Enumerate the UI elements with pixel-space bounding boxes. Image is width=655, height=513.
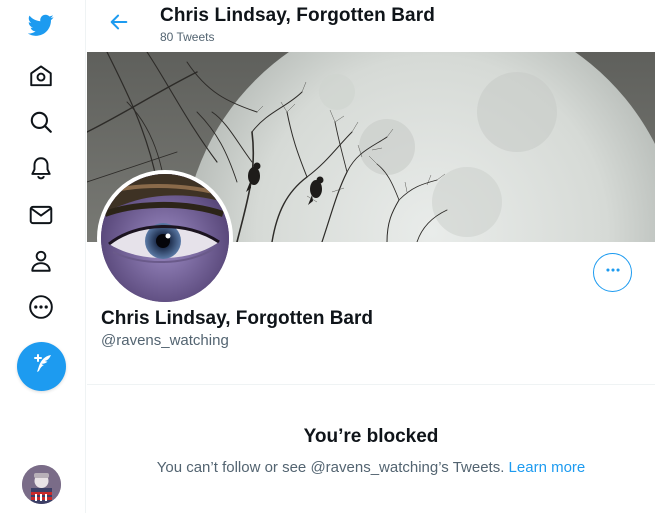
header-title: Chris Lindsay, Forgotten Bard	[160, 5, 435, 26]
blocked-message: You can’t follow or see @ravens_watching…	[87, 459, 655, 476]
feather-plus-icon	[30, 352, 54, 381]
mail-icon[interactable]	[18, 192, 64, 238]
profile-display-name: Chris Lindsay, Forgotten Bard	[101, 308, 374, 329]
more-circle-icon[interactable]	[18, 284, 64, 330]
profile-avatar[interactable]	[97, 170, 233, 306]
back-button[interactable]	[105, 10, 133, 38]
bell-icon[interactable]	[18, 145, 64, 191]
home-icon[interactable]	[18, 53, 64, 99]
profile-column: Chris Lindsay, Forgotten Bard 80 Tweets	[87, 0, 655, 513]
compose-tweet-button[interactable]	[17, 342, 66, 391]
account-avatar[interactable]	[22, 465, 61, 504]
person-icon[interactable]	[18, 238, 64, 284]
blocked-message-text: You can’t follow or see @ravens_watching…	[156, 459, 509, 476]
profile-handle: @ravens_watching	[101, 332, 229, 349]
divider	[87, 384, 655, 385]
more-options-button[interactable]	[593, 253, 632, 292]
profile-header-bar: Chris Lindsay, Forgotten Bard 80 Tweets	[87, 0, 655, 52]
blocked-title: You’re blocked	[303, 426, 439, 447]
search-icon[interactable]	[18, 99, 64, 145]
tweet-count: 80 Tweets	[160, 30, 215, 44]
ellipsis-icon	[602, 259, 624, 286]
sidebar	[0, 0, 86, 513]
arrow-left-icon	[108, 11, 130, 38]
twitter-logo-icon[interactable]	[18, 2, 64, 48]
learn-more-link[interactable]: Learn more	[509, 459, 586, 476]
